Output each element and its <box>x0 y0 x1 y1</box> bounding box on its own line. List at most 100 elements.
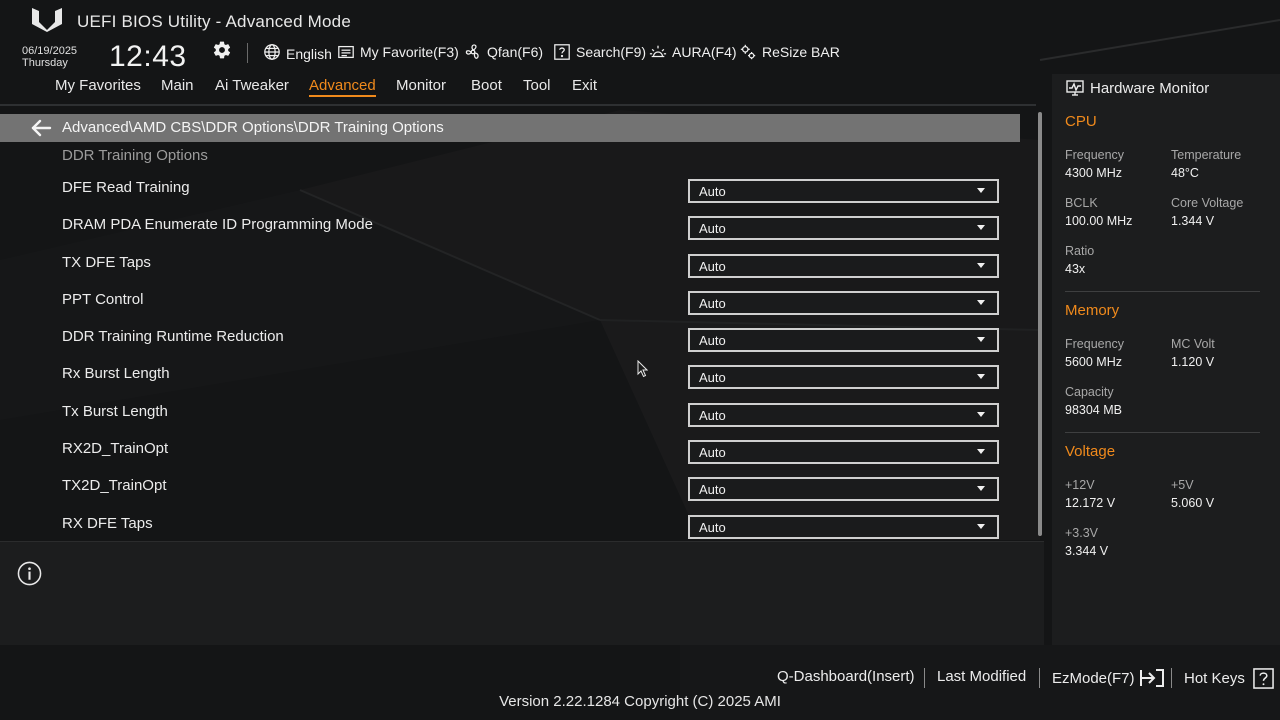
ddr-training-runtime-reduction-select[interactable]: Auto <box>688 328 999 352</box>
ez-mode-label: EzMode(F7) <box>1052 669 1135 687</box>
memory-frequency-label: Frequency <box>1065 337 1125 351</box>
cpu-frequency-value: 4300 MHz <box>1065 166 1122 180</box>
chevron-down-icon <box>977 263 985 268</box>
breadcrumb: Advanced\AMD CBS\DDR Options\DDR Trainin… <box>62 119 444 136</box>
setting-label: Tx Burst Length <box>62 403 168 420</box>
monitor-icon <box>1066 80 1084 96</box>
version-text: Version 2.22.1284 Copyright (C) 2025 AMI <box>499 693 781 710</box>
core-voltage-label: Core Voltage <box>1171 196 1244 210</box>
gear-icon[interactable] <box>212 40 232 60</box>
cpu-temperature-label: Temperature <box>1171 148 1242 162</box>
setting-label: DRAM PDA Enumerate ID Programming Mode <box>62 216 373 233</box>
v33-value: 3.344 V <box>1065 544 1109 558</box>
setting-label: RX2D_TrainOpt <box>62 440 169 457</box>
nav-divider <box>0 104 1036 106</box>
chevron-down-icon <box>977 412 985 417</box>
qfan-button[interactable]: Qfan(F6) <box>464 41 543 63</box>
setting-row-dfe-read-training: DFE Read Training Auto <box>0 175 1020 212</box>
bclk-label: BCLK <box>1065 196 1098 210</box>
setting-value: Auto <box>699 184 726 199</box>
tab-exit[interactable]: Exit <box>572 77 597 94</box>
language-button[interactable]: English <box>263 41 332 63</box>
rx2d-trainopt-select[interactable]: Auto <box>688 440 999 464</box>
resize-bar-button[interactable]: ReSize BAR <box>739 41 840 63</box>
v5-value: 5.060 V <box>1171 496 1215 510</box>
tab-main[interactable]: Main <box>161 77 194 94</box>
memory-frequency-value: 5600 MHz <box>1065 355 1122 369</box>
bclk-value: 100.00 MHz <box>1065 214 1133 228</box>
hardware-monitor-title: Hardware Monitor <box>1090 80 1210 97</box>
setting-row-tx-dfe-taps: TX DFE Taps Auto <box>0 250 1020 287</box>
tab-boot[interactable]: Boot <box>471 77 502 94</box>
weekday-text: Thursday <box>22 57 68 69</box>
qfan-label: Qfan(F6) <box>487 44 544 60</box>
search-button[interactable]: Search(F9) <box>553 41 646 63</box>
aura-button[interactable]: AURA(F4) <box>649 41 737 63</box>
capacity-label: Capacity <box>1065 385 1114 399</box>
rx-dfe-taps-select[interactable]: Auto <box>688 515 999 539</box>
tab-my-favorites[interactable]: My Favorites <box>55 77 141 94</box>
tx-burst-length-select[interactable]: Auto <box>688 403 999 427</box>
globe-icon <box>264 44 280 60</box>
info-icon <box>17 561 42 586</box>
setting-row-rx-burst-length: Rx Burst Length Auto <box>0 361 1020 398</box>
core-voltage-value: 1.344 V <box>1171 214 1215 228</box>
setting-row-dram-pda-enumerate: DRAM PDA Enumerate ID Programming Mode A… <box>0 212 1020 249</box>
tx-dfe-taps-select[interactable]: Auto <box>688 254 999 278</box>
chevron-down-icon <box>977 188 985 193</box>
tx2d-trainopt-select[interactable]: Auto <box>688 477 999 501</box>
last-modified-label: Last Modified <box>937 668 1027 685</box>
setting-value: Auto <box>699 370 726 385</box>
scrollbar[interactable] <box>1038 112 1042 536</box>
cpu-frequency-label: Frequency <box>1065 148 1125 162</box>
setting-value: Auto <box>699 482 726 497</box>
rx-burst-length-select[interactable]: Auto <box>688 365 999 389</box>
footer-separator <box>924 668 925 688</box>
my-favorite-button[interactable]: My Favorite(F3) <box>337 41 459 63</box>
dfe-read-training-select[interactable]: Auto <box>688 179 999 203</box>
setting-row-ppt-control: PPT Control Auto <box>0 287 1020 324</box>
v5-label: +5V <box>1171 478 1194 492</box>
tab-advanced[interactable]: Advanced <box>309 77 376 97</box>
setting-value: Auto <box>699 445 726 460</box>
hot-keys-button[interactable]: Hot Keys <box>1184 668 1274 689</box>
q-dashboard-button[interactable]: Q-Dashboard(Insert) <box>777 668 915 685</box>
back-arrow-icon[interactable] <box>30 118 52 138</box>
language-label: English <box>286 45 332 62</box>
setting-label: DFE Read Training <box>62 179 190 196</box>
setting-value: Auto <box>699 408 726 423</box>
tab-monitor[interactable]: Monitor <box>396 77 446 94</box>
hw-divider <box>1065 432 1260 433</box>
tab-ai-tweaker[interactable]: Ai Tweaker <box>215 77 289 94</box>
last-modified-button[interactable]: Last Modified <box>937 668 1026 685</box>
setting-value: Auto <box>699 296 726 311</box>
setting-row-tx2d-trainopt: TX2D_TrainOpt Auto <box>0 473 1020 510</box>
chevron-down-icon <box>977 486 985 491</box>
setting-label: PPT Control <box>62 291 144 308</box>
v12-label: +12V <box>1065 478 1095 492</box>
tab-tool[interactable]: Tool <box>523 77 551 94</box>
capacity-value: 98304 MB <box>1065 403 1122 417</box>
setting-value: Auto <box>699 259 726 274</box>
footer-separator <box>1171 668 1172 688</box>
cpu-heading: CPU <box>1065 113 1097 130</box>
chevron-down-icon <box>977 374 985 379</box>
setting-label: TX DFE Taps <box>62 254 151 271</box>
dram-pda-enumerate-select[interactable]: Auto <box>688 216 999 240</box>
setting-row-ddr-training-runtime-reduction: DDR Training Runtime Reduction Auto <box>0 324 1020 361</box>
date-display: 06/19/2025 Thursday <box>22 45 77 69</box>
resize-bar-label: ReSize BAR <box>762 44 840 60</box>
favorites-icon <box>338 45 354 59</box>
date-text: 06/19/2025 <box>22 45 78 57</box>
resize-bar-icon <box>740 44 756 60</box>
setting-value: Auto <box>699 221 726 236</box>
ppt-control-select[interactable]: Auto <box>688 291 999 315</box>
ez-mode-button[interactable]: EzMode(F7) <box>1052 668 1165 688</box>
chevron-down-icon <box>977 337 985 342</box>
setting-label: DDR Training Runtime Reduction <box>62 328 284 345</box>
help-question-icon <box>1253 668 1274 689</box>
hw-divider <box>1065 291 1260 292</box>
chevron-down-icon <box>977 449 985 454</box>
section-header: DDR Training Options <box>62 147 208 164</box>
help-description-panel <box>0 541 1044 645</box>
